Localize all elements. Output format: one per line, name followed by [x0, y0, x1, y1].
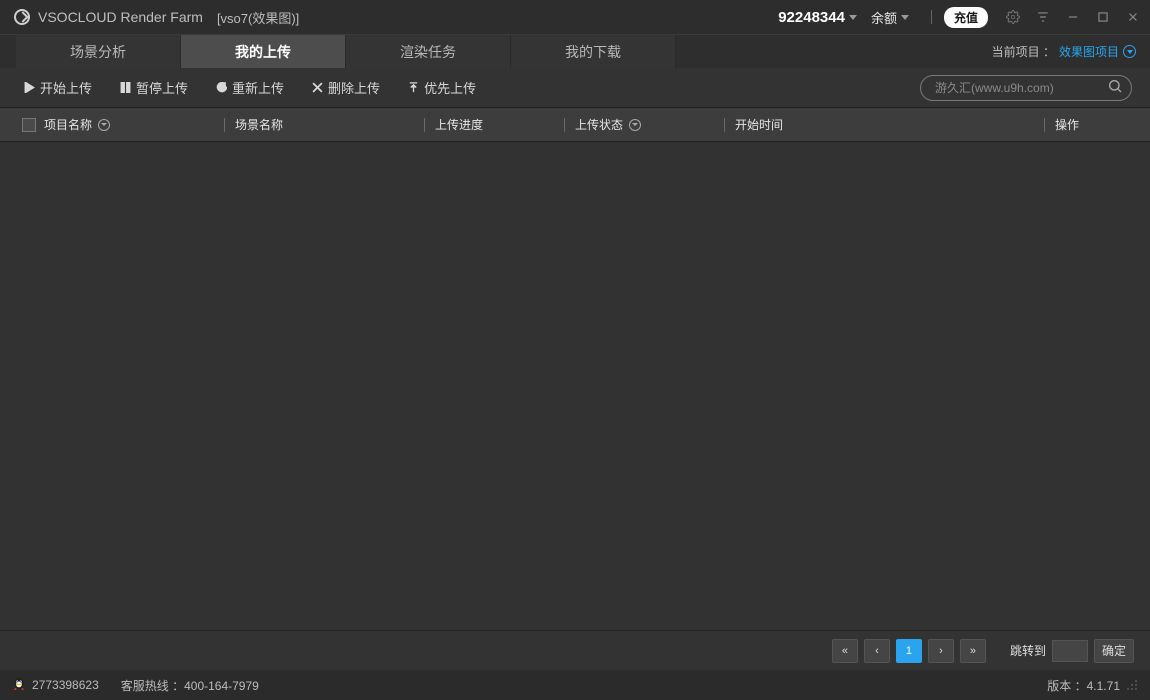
- dropdown-icon: [98, 119, 110, 131]
- caret-down-icon: [849, 15, 857, 20]
- search-input[interactable]: [935, 81, 1107, 95]
- qq-icon: [12, 677, 26, 693]
- refresh-upload-button[interactable]: 重新上传: [216, 78, 284, 97]
- pagination: « ‹ 1 › » 跳转到 确定: [0, 630, 1150, 670]
- jump-go-button[interactable]: 确定: [1094, 639, 1134, 663]
- main-tabs: 场景分析 我的上传 渲染任务 我的下载 当前项目 ： 效果图项目: [0, 34, 1150, 68]
- caret-down-icon: [901, 15, 909, 20]
- jump-label: 跳转到: [1010, 642, 1046, 659]
- recharge-button[interactable]: 充值: [944, 7, 988, 28]
- balance-label: 余额: [871, 8, 897, 27]
- pause-upload-button[interactable]: 暂停上传: [120, 78, 188, 97]
- select-all-checkbox[interactable]: [22, 118, 36, 132]
- page-prev-button[interactable]: ‹: [864, 639, 890, 663]
- qq-number[interactable]: 2773398623: [32, 678, 99, 692]
- current-project-link[interactable]: 效果图项目: [1059, 43, 1119, 60]
- jump-input[interactable]: [1052, 640, 1088, 662]
- gear-icon[interactable]: [1006, 10, 1020, 24]
- page-number-button[interactable]: 1: [896, 639, 922, 663]
- page-last-button[interactable]: »: [960, 639, 986, 663]
- version: 版本 ：4.1.71: [1047, 677, 1120, 694]
- col-status[interactable]: 上传状态: [564, 116, 724, 133]
- dropdown-icon: [629, 119, 641, 131]
- table-body-empty: [0, 142, 1150, 630]
- priority-icon: [408, 82, 419, 93]
- account-id-dropdown[interactable]: 92248344: [778, 9, 857, 26]
- tab-my-uploads[interactable]: 我的上传: [181, 35, 346, 68]
- priority-upload-button[interactable]: 优先上传: [408, 78, 476, 97]
- minimize-icon[interactable]: [1066, 10, 1080, 24]
- col-actions: 操作: [1044, 116, 1079, 133]
- col-start-time: 开始时间: [724, 116, 1044, 133]
- search-box[interactable]: [920, 75, 1132, 101]
- project-subtitle: [vso7(效果图)]: [217, 8, 299, 27]
- divider: [931, 10, 932, 24]
- tab-scene-analysis[interactable]: 场景分析: [16, 35, 181, 68]
- title-bar: VSOCLOUD Render Farm [vso7(效果图)] 9224834…: [0, 0, 1150, 34]
- search-icon[interactable]: [1107, 78, 1123, 97]
- play-icon: [24, 82, 35, 93]
- current-project-label: 当前项目 ：: [992, 43, 1055, 60]
- col-progress: 上传进度: [424, 116, 564, 133]
- tab-render-tasks[interactable]: 渲染任务: [346, 35, 511, 68]
- start-upload-button[interactable]: 开始上传: [24, 78, 92, 97]
- hotline: 客服热线 ：400-164-7979: [121, 677, 259, 694]
- refresh-icon: [216, 82, 227, 93]
- status-bar: 2773398623 客服热线 ：400-164-7979 版本 ：4.1.71: [0, 670, 1150, 700]
- upload-toolbar: 开始上传 暂停上传 重新上传 删除上传 优先上传: [0, 68, 1150, 108]
- col-project-name[interactable]: 项目名称: [44, 116, 224, 133]
- filter-icon[interactable]: [1036, 10, 1050, 24]
- col-scene-name: 场景名称: [224, 116, 424, 133]
- pause-icon: [120, 82, 131, 93]
- app-title: VSOCLOUD Render Farm: [38, 9, 203, 25]
- app-logo-icon: [14, 9, 30, 25]
- page-next-button[interactable]: ›: [928, 639, 954, 663]
- resize-grip-icon[interactable]: [1126, 679, 1138, 691]
- maximize-icon[interactable]: [1096, 10, 1110, 24]
- current-project: 当前项目 ： 效果图项目: [992, 35, 1150, 68]
- table-header: 项目名称 场景名称 上传进度 上传状态 开始时间 操作: [0, 108, 1150, 142]
- close-icon[interactable]: [1126, 10, 1140, 24]
- balance-dropdown[interactable]: 余额: [871, 8, 909, 27]
- project-dropdown-icon[interactable]: [1123, 45, 1136, 58]
- tab-my-downloads[interactable]: 我的下载: [511, 35, 676, 68]
- delete-upload-button[interactable]: 删除上传: [312, 78, 380, 97]
- x-icon: [312, 82, 323, 93]
- account-id: 92248344: [778, 9, 845, 26]
- page-first-button[interactable]: «: [832, 639, 858, 663]
